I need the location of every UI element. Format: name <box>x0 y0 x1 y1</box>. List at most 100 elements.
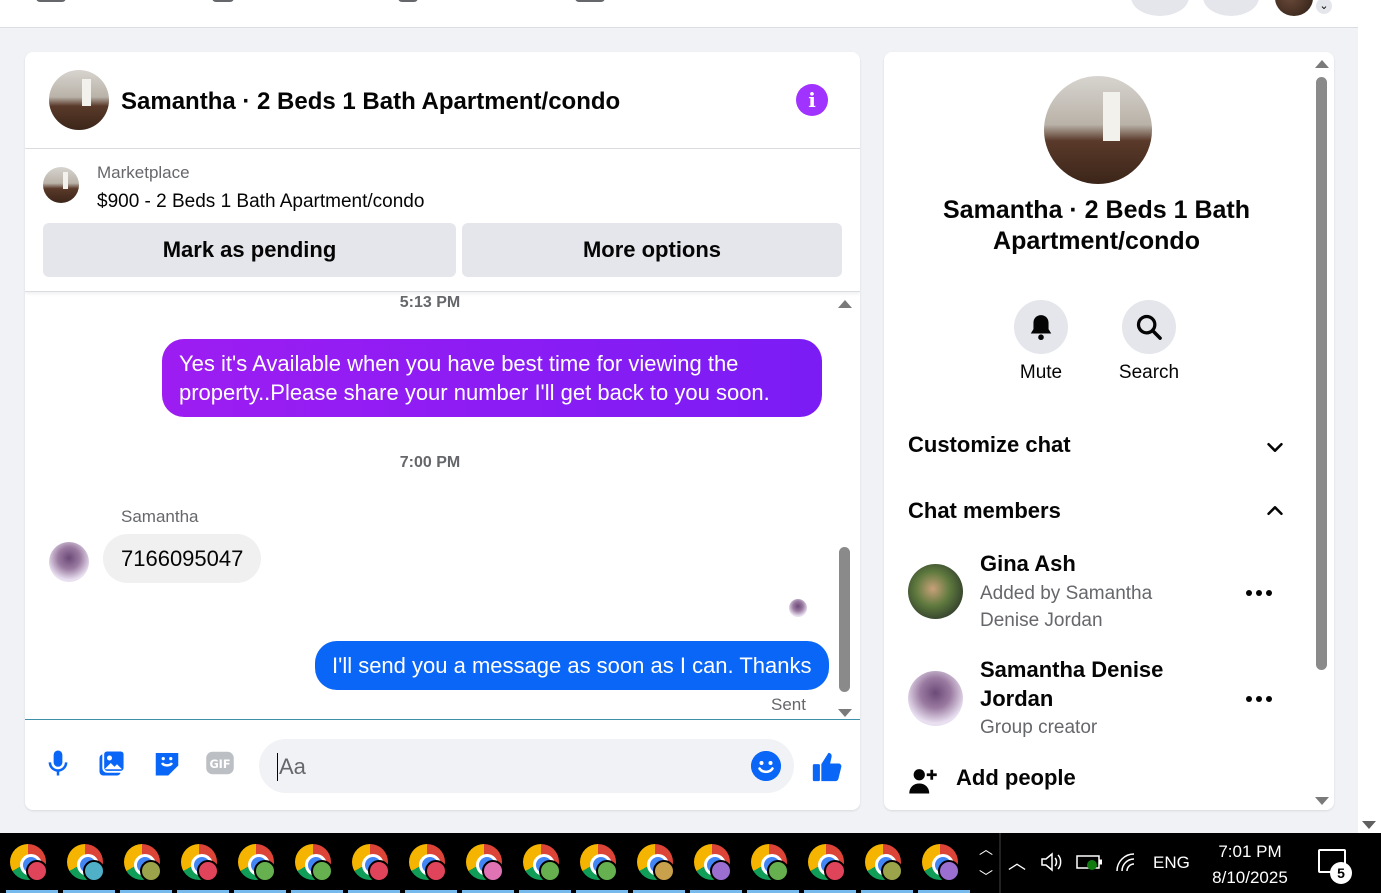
chat-scrollbar[interactable] <box>837 297 853 717</box>
member-subtitle: Group creator <box>980 717 1098 738</box>
chrome-profile-icon[interactable] <box>234 844 286 893</box>
customize-chat-section[interactable]: Customize chat <box>908 432 1071 458</box>
scrollbar-thumb[interactable] <box>839 547 850 692</box>
chat-header: Samantha · 2 Beds 1 Bath Apartment/condo… <box>25 52 860 149</box>
clock-date: 8/10/2025 <box>1212 868 1288 887</box>
member-row[interactable]: Gina Ash Added by Samantha Denise Jordan <box>908 549 1308 639</box>
chrome-profile-icon[interactable] <box>747 844 799 893</box>
video-icon[interactable] <box>212 0 234 2</box>
chrome-profile-icon[interactable] <box>348 844 400 893</box>
chrome-profile-icon[interactable] <box>177 844 229 893</box>
photo-icon[interactable] <box>97 748 127 778</box>
info-icon[interactable]: i <box>796 84 828 116</box>
taskbar-divider <box>999 833 1001 893</box>
add-people-button[interactable]: Add people <box>956 765 1076 791</box>
chrome-profile-icon[interactable] <box>918 844 970 893</box>
sender-avatar[interactable] <box>49 542 89 582</box>
message-timestamp: 7:00 PM <box>399 454 461 471</box>
chevron-down-icon[interactable]: ﹀ <box>975 867 997 887</box>
message-input-placeholder: Aa <box>277 753 306 781</box>
mute-button[interactable]: Mute <box>1001 300 1081 384</box>
home-icon[interactable] <box>36 0 66 2</box>
member-avatar[interactable] <box>908 564 963 619</box>
microphone-icon[interactable] <box>43 748 73 778</box>
chrome-profile-icon[interactable] <box>462 844 514 893</box>
scrollbar-thumb[interactable] <box>1316 77 1327 670</box>
conversation-info-panel: Samantha · 2 Beds 1 Bath Apartment/condo… <box>884 52 1334 810</box>
notifications-button[interactable] <box>1203 0 1259 16</box>
chat-members-section[interactable]: Chat members <box>908 498 1061 524</box>
scroll-down-arrow-icon[interactable] <box>838 709 852 717</box>
show-hidden-icons-icon[interactable]: ︿ <box>1008 849 1026 875</box>
scroll-down-arrow-icon[interactable] <box>1315 797 1329 805</box>
mark-as-pending-button[interactable]: Mark as pending <box>43 223 456 277</box>
chrome-profile-icon[interactable] <box>405 844 457 893</box>
scroll-up-arrow-icon[interactable] <box>1315 60 1329 68</box>
more-options-icon[interactable] <box>1243 683 1275 715</box>
windows-taskbar: ︿ ﹀ ︿ ENG 7:01 PM 8/10/2025 5 <box>0 833 1381 893</box>
scroll-up-arrow-icon[interactable] <box>838 300 852 308</box>
svg-text:GIF: GIF <box>209 758 230 771</box>
sticker-icon[interactable] <box>152 748 182 778</box>
volume-icon[interactable] <box>1040 851 1064 873</box>
member-avatar[interactable] <box>908 671 963 726</box>
chrome-profile-icon[interactable] <box>120 844 172 893</box>
message-timestamp: 5:13 PM <box>399 294 461 311</box>
taskbar-scroll-buttons[interactable]: ︿ ﹀ <box>975 833 997 893</box>
chrome-profile-icon[interactable] <box>291 844 343 893</box>
groups-icon[interactable] <box>575 0 605 2</box>
member-name: Gina Ash <box>980 551 1076 576</box>
info-panel-title: Samantha · 2 Beds 1 Bath Apartment/condo <box>942 196 1251 255</box>
emoji-icon[interactable] <box>751 751 781 781</box>
messenger-button[interactable] <box>1131 0 1189 16</box>
search-icon <box>1136 314 1162 340</box>
battery-icon[interactable] <box>1076 851 1104 873</box>
account-avatar[interactable] <box>1275 0 1313 16</box>
message-input[interactable]: Aa <box>259 739 794 793</box>
member-name: Samantha Denise Jordan <box>980 657 1164 711</box>
chevron-down-icon[interactable] <box>1264 436 1286 458</box>
chrome-profile-icon[interactable] <box>519 844 571 893</box>
outgoing-message[interactable]: I'll send you a message as soon as I can… <box>315 641 829 690</box>
top-navigation: ⌄ <box>0 0 1358 28</box>
listing-thumbnail[interactable] <box>43 167 79 203</box>
chat-window: Samantha · 2 Beds 1 Bath Apartment/condo… <box>25 52 860 810</box>
wifi-icon[interactable] <box>1114 851 1140 873</box>
message-status: Sent <box>771 695 806 714</box>
incoming-message[interactable]: 7166095047 <box>103 534 262 583</box>
chat-title[interactable]: Samantha · 2 Beds 1 Bath Apartment/condo <box>121 88 620 116</box>
clock-time: 7:01 PM <box>1218 842 1282 861</box>
chrome-profile-icon[interactable] <box>633 844 685 893</box>
chevron-up-icon[interactable]: ︿ <box>975 839 997 859</box>
account-chevron-icon[interactable]: ⌄ <box>1314 0 1334 16</box>
message-composer: GIF Aa <box>25 719 860 810</box>
search-button[interactable]: Search <box>1109 300 1189 384</box>
listing-source: Marketplace <box>97 163 190 182</box>
clock[interactable]: 7:01 PM 8/10/2025 <box>1200 839 1300 891</box>
chrome-profile-icon[interactable] <box>804 844 856 893</box>
chrome-profile-icon[interactable] <box>6 844 58 893</box>
thumbs-up-icon[interactable] <box>810 750 844 784</box>
scroll-down-arrow-icon[interactable] <box>1362 821 1376 829</box>
more-options-icon[interactable] <box>1243 577 1275 609</box>
chrome-profile-icon[interactable] <box>690 844 742 893</box>
chrome-profile-icon[interactable] <box>861 844 913 893</box>
page-scrollbar[interactable] <box>1358 0 1381 833</box>
gif-icon[interactable]: GIF <box>205 748 235 778</box>
marketplace-icon[interactable] <box>398 0 418 2</box>
member-row[interactable]: Samantha Denise Jordan Group creator <box>908 655 1308 745</box>
mute-label: Mute <box>1019 362 1063 383</box>
info-panel-scrollbar[interactable] <box>1314 57 1330 805</box>
more-options-button[interactable]: More options <box>462 223 842 277</box>
search-label: Search <box>1118 362 1180 383</box>
language-indicator[interactable]: ENG <box>1153 853 1190 873</box>
chevron-up-icon[interactable] <box>1264 500 1286 522</box>
chrome-profile-icon[interactable] <box>63 844 115 893</box>
read-receipt-avatar <box>789 599 807 617</box>
conversation-photo[interactable] <box>1044 76 1152 184</box>
chrome-profile-icon[interactable] <box>576 844 628 893</box>
conversation-avatar[interactable] <box>49 70 109 130</box>
add-person-icon[interactable] <box>908 766 938 796</box>
listing-title[interactable]: $900 - 2 Beds 1 Bath Apartment/condo <box>97 191 424 213</box>
outgoing-message[interactable]: Yes it's Available when you have best ti… <box>162 339 822 417</box>
